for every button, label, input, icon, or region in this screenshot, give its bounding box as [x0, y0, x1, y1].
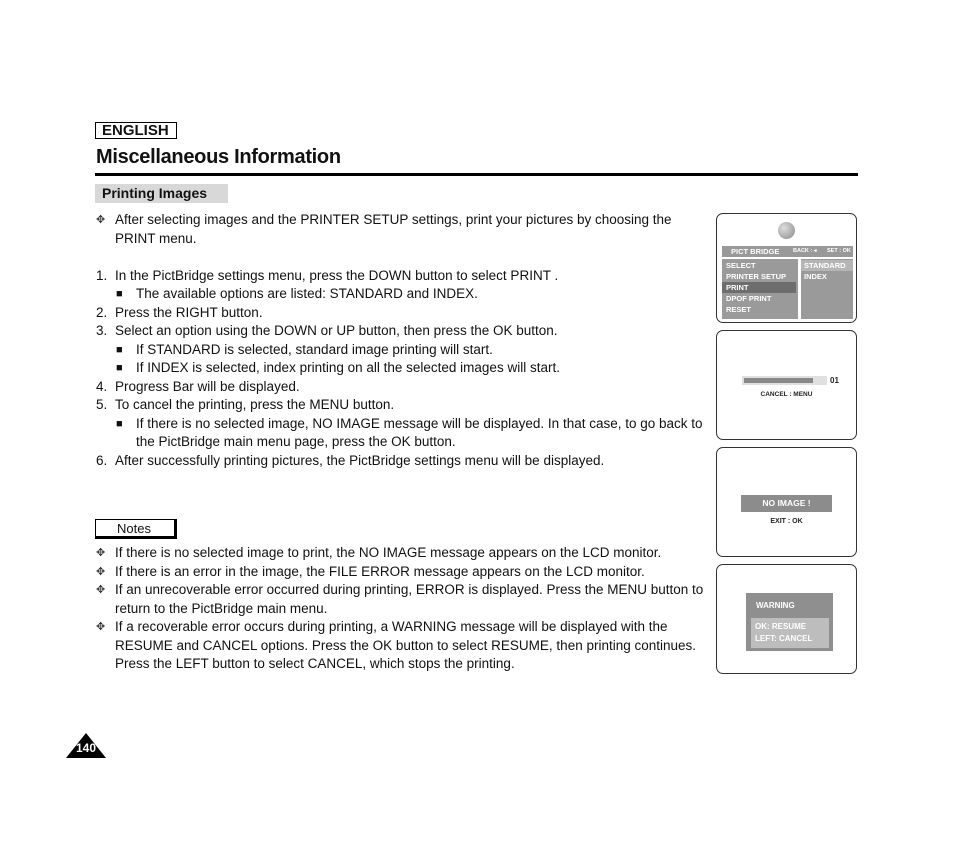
menu-item: DPOF PRINT	[726, 294, 772, 303]
section-heading: Printing Images	[95, 184, 228, 203]
lcd-warning: WARNING OK: RESUME LEFT: CANCEL	[716, 564, 857, 674]
note-text: If there is an error in the image, the F…	[115, 563, 645, 579]
pictbridge-title: PICT BRIDGE	[731, 247, 780, 256]
square-bullet-icon: ■	[116, 362, 123, 374]
page-title: Miscellaneous Information	[96, 146, 341, 168]
cancel-option: LEFT: CANCEL	[755, 634, 813, 643]
diamond-bullet-icon: ✥	[96, 584, 106, 596]
step-number: 6.	[96, 452, 108, 468]
option-item: STANDARD	[801, 260, 853, 271]
pictbridge-menu: SELECT PRINTER SETUP PRINT DPOF PRINT RESET	[722, 259, 798, 319]
option-item: INDEX	[804, 272, 827, 281]
cancel-hint: CANCEL : MENU	[760, 391, 813, 398]
sub-bullet: ■ If STANDARD is selected, standard image…	[96, 341, 706, 360]
resume-option: OK: RESUME	[755, 622, 807, 631]
warning-options: OK: RESUME LEFT: CANCEL	[751, 618, 829, 648]
intro-text: After selecting images and the PRINTER S…	[115, 212, 672, 246]
step-item: 5. To cancel the printing, press the MENU…	[96, 396, 706, 415]
sub-bullet-text: If INDEX is selected, index printing on …	[136, 360, 560, 375]
sub-bullet: ■ The available options are listed: STAND…	[96, 285, 706, 304]
diamond-bullet-icon: ✥	[96, 547, 106, 559]
step-number: 3.	[96, 323, 108, 338]
set-hint: SET : OK	[827, 248, 851, 254]
menu-item: PRINTER SETUP	[726, 272, 787, 281]
menu-item: SELECT	[726, 261, 756, 270]
lcd-progress: 01 CANCEL : MENU	[716, 330, 857, 440]
progress-bar	[742, 376, 827, 385]
sub-bullet: ■ If there is no selected image, NO IMAGE…	[96, 415, 706, 452]
step-item: 2. Press the RIGHT button.	[96, 304, 706, 323]
sub-bullet-text: The available options are listed: STANDA…	[136, 286, 478, 301]
notes-list: ✥ If there is no selected image to print,…	[96, 544, 706, 674]
note-item: ✥ If there is no selected image to print,…	[96, 544, 706, 563]
menu-item: RESET	[726, 305, 752, 314]
pictbridge-icon	[778, 222, 795, 239]
diamond-bullet-icon: ✥	[96, 565, 106, 578]
step-list: 1. In the PictBridge settings menu, press…	[96, 267, 706, 471]
step-item: 1. In the PictBridge settings menu, press…	[96, 267, 706, 286]
page-number-badge: 140	[66, 733, 106, 758]
exit-hint: EXIT : OK	[770, 518, 803, 525]
back-hint: BACK : ◂	[793, 248, 817, 254]
step-item: 3. Select an option using the DOWN or UP …	[96, 322, 706, 341]
note-text: If a recoverable error occurs during pri…	[115, 619, 697, 671]
step-text: After successfully printing pictures, th…	[115, 452, 605, 468]
step-item: 4. Progress Bar will be displayed.	[96, 378, 706, 397]
step-number: 5.	[96, 397, 108, 412]
lcd-pictbridge-menu: PICT BRIDGE BACK : ◂ SET : OK SELECT PRIN…	[716, 213, 857, 323]
diamond-bullet-icon: ✥	[96, 214, 106, 226]
intro-bullet: ✥ After selecting images and the PRINTER…	[96, 211, 706, 248]
menu-item: PRINT	[722, 282, 796, 293]
step-text: Select an option using the DOWN or UP bu…	[115, 323, 558, 338]
step-text: In the PictBridge settings menu, press t…	[115, 267, 559, 283]
no-image-message: NO IMAGE !	[741, 495, 832, 512]
sub-bullet-text: If there is no selected image, NO IMAGE …	[136, 415, 703, 450]
note-text: If an unrecoverable error occurred durin…	[115, 582, 704, 616]
page-number: 140	[75, 741, 97, 755]
square-bullet-icon: ■	[116, 288, 123, 300]
step-text: To cancel the printing, press the MENU b…	[115, 397, 395, 412]
warning-dialog: WARNING OK: RESUME LEFT: CANCEL	[746, 593, 833, 651]
step-item: 6. After successfully printing pictures, …	[96, 452, 706, 471]
title-divider	[95, 173, 858, 176]
note-item: ✥ If an unrecoverable error occurred duri…	[96, 581, 706, 618]
sub-bullet-text: If STANDARD is selected, standard image …	[136, 341, 493, 357]
step-text: Press the RIGHT button.	[115, 304, 263, 320]
square-bullet-icon: ■	[116, 417, 123, 430]
notes-label: Notes	[95, 519, 177, 539]
diamond-bullet-icon: ✥	[96, 621, 106, 633]
note-item: ✥ If a recoverable error occurs during pr…	[96, 618, 706, 674]
square-bullet-icon: ■	[116, 343, 123, 356]
step-number: 1.	[96, 267, 108, 283]
lcd-no-image: NO IMAGE ! EXIT : OK	[716, 447, 857, 557]
warning-title: WARNING	[756, 601, 795, 610]
step-number: 4.	[96, 378, 108, 394]
step-text: Progress Bar will be displayed.	[115, 378, 300, 394]
language-badge: ENGLISH	[95, 122, 177, 139]
pictbridge-options: STANDARD INDEX	[801, 259, 853, 319]
note-text: If there is no selected image to print, …	[115, 545, 662, 560]
note-item: ✥ If there is an error in the image, the …	[96, 563, 706, 582]
step-number: 2.	[96, 304, 108, 320]
sub-bullet: ■ If INDEX is selected, index printing on…	[96, 359, 706, 378]
pictbridge-header: PICT BRIDGE BACK : ◂ SET : OK	[722, 246, 853, 257]
instructions: ✥ After selecting images and the PRINTER…	[96, 211, 706, 470]
progress-count: 01	[830, 376, 839, 385]
progress-fill	[744, 378, 813, 383]
